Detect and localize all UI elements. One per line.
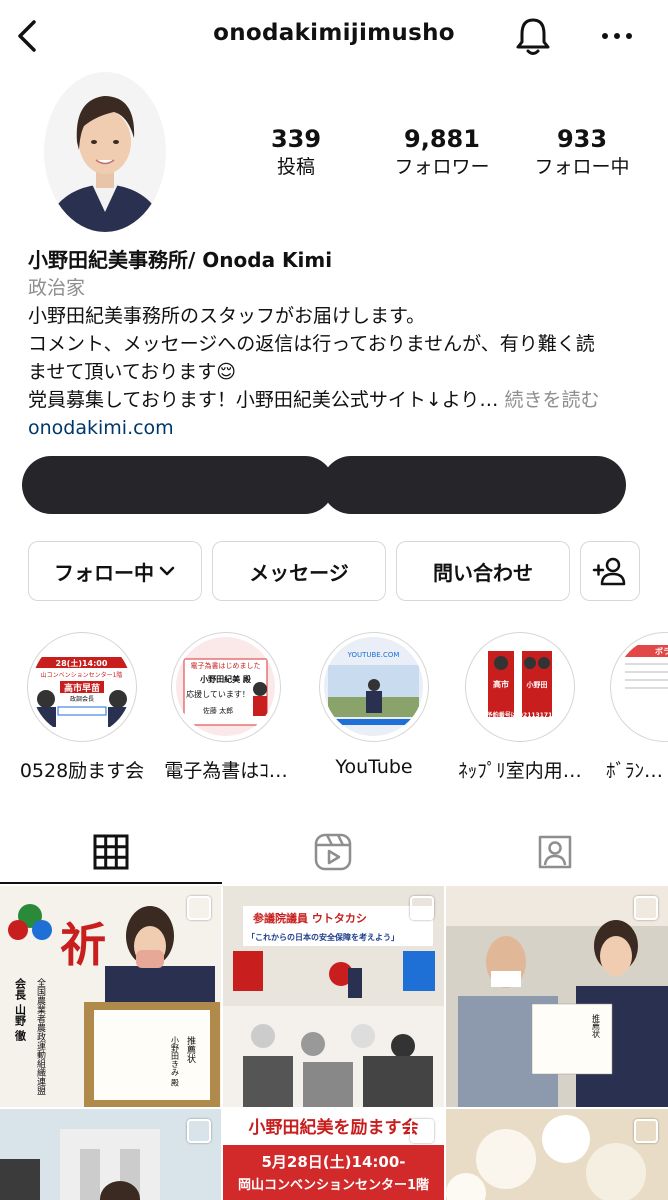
highlight-label: 0528励ます会: [19, 760, 145, 782]
grid-icon: [93, 834, 129, 870]
multiple-images-icon: [634, 896, 658, 920]
contact-button[interactable]: 問い合わせ: [396, 541, 570, 601]
highlight-label: 電子為書はｺ…: [164, 760, 288, 782]
following-value: 933: [556, 125, 608, 153]
highlight-label: YouTube: [335, 756, 413, 778]
profile-username: onodakimijimusho: [213, 20, 455, 46]
multiple-images-icon: [187, 1119, 211, 1143]
bio-line-3: ませて頂いております😌: [28, 361, 237, 383]
post-2-text-1: 参議院議員 ウトタカシ: [253, 911, 367, 925]
multiple-images-icon: [187, 896, 211, 920]
add-person-icon: [592, 557, 626, 586]
post-1-text-3: 全国農業者農政運動組織連盟: [35, 977, 46, 1095]
posts-count: 339 投稿: [246, 124, 346, 180]
profile-display-name: 小野田紀美事務所/ Onoda Kimi: [28, 248, 333, 272]
post-5-text-1: 小野田紀美を励ます会: [249, 1117, 419, 1138]
highlight-cover: 電子為書はじめました 小野田紀美 殿 応援しています！ 佐藤 太郎: [171, 632, 281, 742]
following-label: フォロー中: [534, 156, 630, 178]
highlight-label: ﾎﾞﾗﾝﾃｨｱ: [606, 760, 668, 782]
highlight-item[interactable]: 28(土)14:00 山コンベンションセンター1階 高市早苗 政調会長 0528…: [17, 632, 147, 783]
tab-posts-grid[interactable]: [0, 820, 222, 884]
tagged-person-icon: [538, 835, 572, 869]
multiple-images-icon: [410, 1119, 434, 1143]
highlight-2-text-a: 電子為書はじめました: [191, 661, 261, 670]
post-thumbnail[interactable]: [446, 1109, 668, 1200]
highlight-2-text-b: 小野田紀美 殿: [199, 674, 252, 684]
tab-reels[interactable]: [222, 820, 444, 884]
followers-label: フォロワー: [394, 156, 490, 178]
highlight-item[interactable]: 高市 小野田 予約番号は 92113171 ﾈｯﾌﾟﾘ室内用…: [455, 632, 585, 783]
highlight-4-text-a: 高市: [493, 679, 509, 689]
reels-icon: [314, 833, 352, 871]
highlight-4-text-b: 小野田: [526, 680, 548, 689]
post-thumbnail[interactable]: 小野田紀美を励ます会 5月28日(土)14:00- 岡山コンベンションセンター1…: [223, 1109, 444, 1200]
post-3-text-1: 推薦状: [592, 1013, 601, 1038]
post-thumbnail[interactable]: [0, 1109, 221, 1200]
chevron-down-icon: [159, 566, 175, 576]
highlight-item[interactable]: 電子為書はじめました 小野田紀美 殿 応援しています！ 佐藤 太郎 電子為書はｺ…: [161, 632, 291, 783]
top-bar: onodakimijimusho: [0, 0, 668, 72]
redacted-block-right: [322, 456, 626, 514]
redacted-block-left: [22, 456, 334, 514]
more-options-icon[interactable]: [598, 26, 636, 46]
highlight-1-text-b: 山コンベンションセンター1階: [41, 671, 123, 679]
bio-line-4-text: 党員募集しております！小野田紀美公式サイト↓より…: [28, 389, 499, 411]
highlight-cover: 高市 小野田 予約番号は 92113171: [465, 632, 575, 742]
multiple-images-icon: [634, 1119, 658, 1143]
highlight-3-text-a: YOUTUBE.COM: [347, 651, 400, 659]
post-1-text-5: 推薦状: [185, 1035, 196, 1063]
highlight-4-text-c: 予約番号は 92113171: [487, 711, 553, 719]
website-link[interactable]: onodakimi.com: [28, 414, 648, 442]
highlight-item[interactable]: ボランティ ﾎﾞﾗﾝﾃｨｱ: [600, 632, 668, 783]
highlight-1-text-c: 高市早苗: [64, 682, 100, 694]
post-thumbnail[interactable]: 祈 必勝 全国農業者農政運動組織連盟 会長 山野 徹 推薦状 小野田きみ 殿: [0, 886, 221, 1107]
post-1-text-1: 祈: [60, 918, 106, 972]
message-button[interactable]: メッセージ: [212, 541, 386, 601]
followers-count[interactable]: 9,881 フォロワー: [384, 124, 500, 180]
followers-value: 9,881: [404, 125, 480, 153]
post-5-text-3: 岡山コンベンションセンター1階: [238, 1177, 429, 1193]
profile-avatar[interactable]: [44, 72, 166, 232]
post-thumbnail[interactable]: 推薦状: [446, 886, 668, 1107]
highlight-1-text-d: 政調会長: [70, 695, 94, 703]
bell-icon[interactable]: [512, 14, 554, 58]
read-more-link[interactable]: 続きを読む: [504, 389, 599, 411]
following-count[interactable]: 933 フォロー中: [522, 124, 642, 180]
highlight-1-text-a: 28(土)14:00: [56, 658, 108, 668]
post-thumbnail[interactable]: 参議院議員 ウトタカシ 「これからの日本の安全保障を考えよう」: [223, 886, 444, 1107]
highlight-5-text-a: ボランティ: [655, 646, 668, 656]
following-button[interactable]: フォロー中: [28, 541, 202, 601]
post-1-text-4: 会長 山野 徹: [14, 977, 28, 1042]
highlight-cover: 28(土)14:00 山コンベンションセンター1階 高市早苗 政調会長: [27, 632, 137, 742]
posts-value: 339: [270, 125, 322, 153]
post-2-text-2: 「これからの日本の安全保障を考えよう」: [247, 932, 399, 942]
message-button-label: メッセージ: [249, 560, 349, 585]
bio-line-2: コメント、メッセージへの返信は行っておりませんが、有り難く読: [28, 333, 595, 355]
highlight-cover: ボランティ: [610, 632, 668, 742]
tab-tagged[interactable]: [444, 820, 666, 884]
bio-line-4: 党員募集しております！小野田紀美公式サイト↓より… 続きを読む: [28, 386, 648, 414]
highlight-item[interactable]: YOUTUBE.COM YouTube: [309, 632, 439, 778]
active-tab-indicator: [0, 882, 222, 884]
posts-label: 投稿: [276, 156, 315, 178]
post-1-text-6: 小野田きみ 殿: [171, 1036, 180, 1088]
suggested-accounts-button[interactable]: [580, 541, 640, 601]
profile-category: 政治家: [28, 277, 86, 299]
contact-button-label: 問い合わせ: [433, 560, 533, 585]
profile-bio: 小野田紀美事務所/ Onoda Kimi 政治家 小野田紀美事務所のスタッフがお…: [28, 246, 648, 442]
highlight-cover: YOUTUBE.COM: [319, 632, 429, 742]
multiple-images-icon: [410, 896, 434, 920]
post-5-text-2: 5月28日(土)14:00-: [262, 1153, 406, 1171]
profile-tabs: [0, 820, 668, 884]
highlight-2-text-d: 佐藤 太郎: [203, 706, 233, 715]
bio-line-1: 小野田紀美事務所のスタッフがお届けします。: [28, 305, 426, 327]
highlight-label: ﾈｯﾌﾟﾘ室内用…: [458, 760, 582, 782]
following-button-label: フォロー中: [54, 560, 154, 585]
highlight-2-text-c: 応援しています！: [186, 689, 250, 699]
